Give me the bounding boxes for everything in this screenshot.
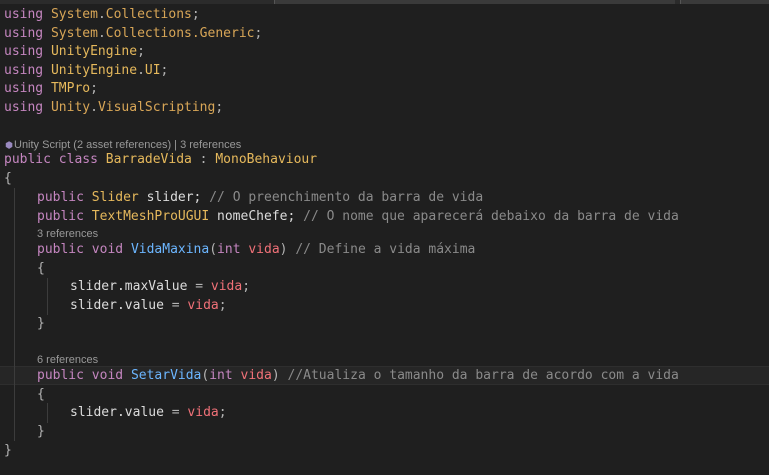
code-editor[interactable]: using System.Collections; using System.C… <box>0 0 769 475</box>
code-line-brace: { <box>37 261 45 276</box>
code-line-method-setarvida: public void SetarVida(int vida) //Atuali… <box>37 368 679 383</box>
code-area[interactable]: using System.Collections; using System.C… <box>4 0 769 475</box>
code-line-using: using System.Collections; <box>4 7 200 22</box>
code-line-class-declaration: public class BarradeVida : MonoBehaviour <box>4 152 318 167</box>
code-line-statement: slider.value = vida; <box>70 405 227 420</box>
code-line-brace: } <box>37 424 45 439</box>
code-line-using: using UnityEngine; <box>4 44 145 59</box>
code-line-brace: } <box>37 316 45 331</box>
code-line-field-slider: public Slider slider; // O preenchimento… <box>37 190 484 205</box>
code-line-brace: { <box>4 171 12 186</box>
code-line-using: using UnityEngine.UI; <box>4 63 169 78</box>
code-line-using: using System.Collections.Generic; <box>4 26 263 41</box>
code-line-statement: slider.maxValue = vida; <box>70 279 251 294</box>
codelens-method-references[interactable]: 6 references <box>37 353 98 367</box>
code-line-brace: { <box>37 387 45 402</box>
codelens-method-references[interactable]: 3 references <box>37 227 98 241</box>
code-line-brace: } <box>4 443 12 458</box>
code-line-field-nomechefe: public TextMeshProUGUI nomeChefe; // O n… <box>37 209 679 224</box>
code-line-using: using TMPro; <box>4 81 98 96</box>
code-line-statement: slider.value = vida; <box>70 298 227 313</box>
code-line-method-vidamaxina: public void VidaMaxina(int vida) // Defi… <box>37 242 476 257</box>
code-line-using: using Unity.VisualScripting; <box>4 100 224 115</box>
